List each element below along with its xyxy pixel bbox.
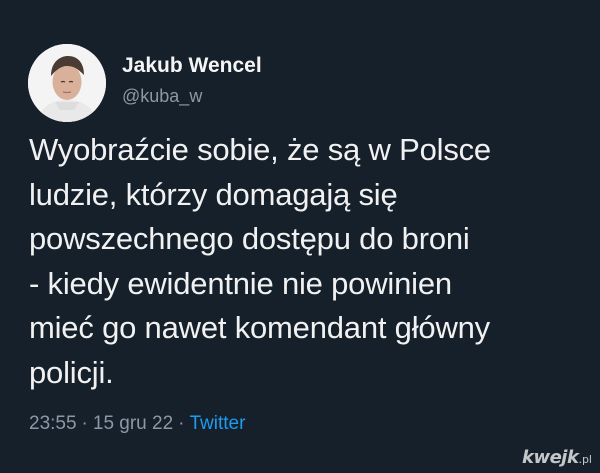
meta-separator: · bbox=[178, 413, 185, 434]
tweet-date[interactable]: 15 gru 22 bbox=[93, 413, 173, 434]
tweet-time[interactable]: 23:55 bbox=[29, 413, 77, 434]
display-name[interactable]: Jakub Wencel bbox=[122, 52, 262, 80]
tweet-card: Jakub Wencel @kuba_w Wyobraźcie sobie, ż… bbox=[0, 0, 600, 473]
avatar[interactable] bbox=[28, 44, 106, 122]
user-handle[interactable]: @kuba_w bbox=[122, 84, 262, 108]
kwejk-watermark: kwejk.pl bbox=[522, 448, 592, 470]
watermark-brand: kwejk bbox=[522, 447, 579, 468]
tweet-text-line: policji. bbox=[29, 354, 114, 390]
tweet-text-line: ludzie, którzy domagają się bbox=[29, 176, 398, 212]
tweet-metadata: 23:55 · 15 gru 22 · Twitter bbox=[29, 410, 245, 438]
tweet-header: Jakub Wencel @kuba_w bbox=[28, 44, 262, 122]
tweet-text-line: Wyobraźcie sobie, że są w Polsce bbox=[29, 132, 491, 167]
meta-separator: · bbox=[81, 413, 88, 434]
user-avatar-icon bbox=[28, 44, 106, 122]
tweet-source[interactable]: Twitter bbox=[190, 413, 246, 434]
watermark-tld: .pl bbox=[578, 453, 592, 466]
tweet-text-line: mieć go nawet komendant główny bbox=[29, 310, 490, 345]
tweet-text: Wyobraźcie sobie, że są w Polsce ludzie,… bbox=[29, 128, 579, 395]
user-meta: Jakub Wencel @kuba_w bbox=[122, 54, 262, 108]
tweet-text-line: - kiedy ewidentnie nie powinien bbox=[29, 265, 452, 301]
tweet-text-line: powszechnego dostępu do broni bbox=[29, 221, 470, 256]
